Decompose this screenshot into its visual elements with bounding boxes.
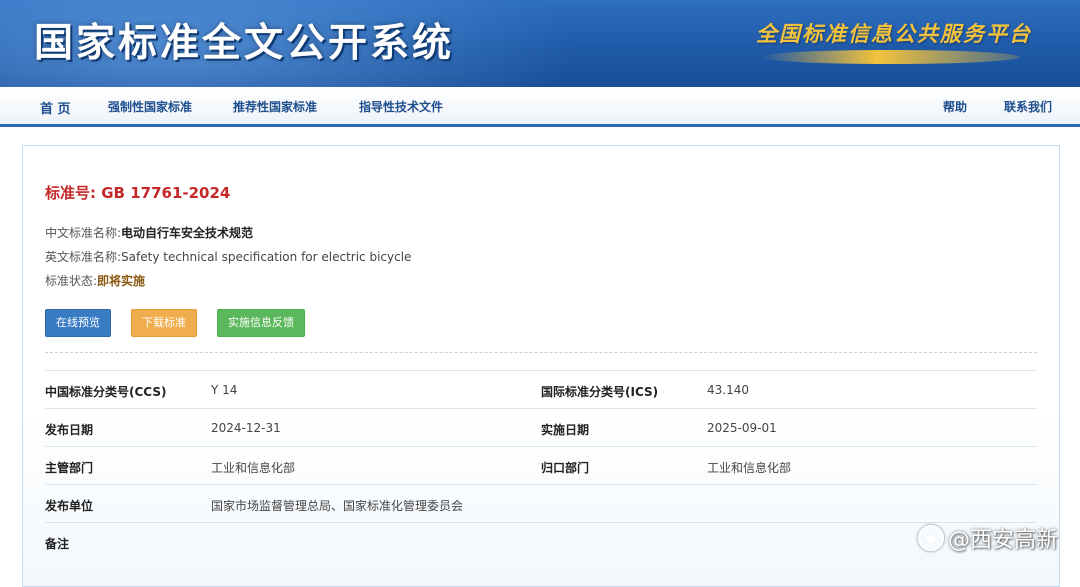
nav-help[interactable]: 帮助 bbox=[943, 98, 967, 115]
source-watermark: @西安高新 bbox=[917, 522, 1058, 554]
standard-number-label: 标准号: bbox=[45, 184, 96, 202]
slogan-swoosh bbox=[760, 50, 1020, 64]
nav-home[interactable]: 首 页 bbox=[40, 98, 71, 117]
implement-date-label: 实施日期 bbox=[541, 423, 590, 437]
standard-metadata-table: 中国标准分类号(CCS) Y 14 国际标准分类号(ICS) 43.140 发布… bbox=[45, 370, 1037, 560]
centralized-dept-label: 归口部门 bbox=[541, 461, 590, 475]
status-row: 标准状态:即将实施 bbox=[45, 272, 145, 289]
en-name-label: 英文标准名称: bbox=[45, 250, 122, 264]
nav-contact-us[interactable]: 联系我们 bbox=[1004, 98, 1052, 115]
ics-value: 43.140 bbox=[707, 383, 749, 397]
standard-number: GB 17761-2024 bbox=[101, 184, 231, 202]
standard-number-heading: 标准号: GB 17761-2024 bbox=[45, 182, 230, 203]
nav-guidance-documents[interactable]: 指导性技术文件 bbox=[359, 98, 443, 115]
table-row: 主管部门 工业和信息化部 归口部门 工业和信息化部 bbox=[45, 446, 1037, 484]
watermark-text: @西安高新 bbox=[947, 528, 1058, 553]
main-nav: 首 页 强制性国家标准 推荐性国家标准 指导性技术文件 帮助 联系我们 bbox=[0, 87, 1080, 127]
standard-detail-panel: 标准号: GB 17761-2024 中文标准名称:电动自行车安全技术规范 英文… bbox=[22, 145, 1060, 587]
online-preview-button[interactable]: 在线预览 bbox=[45, 309, 111, 337]
publish-date-label: 发布日期 bbox=[45, 423, 94, 437]
cn-name-value: 电动自行车安全技术规范 bbox=[121, 226, 254, 240]
download-standard-button[interactable]: 下载标准 bbox=[131, 309, 197, 337]
publish-date-value: 2024-12-31 bbox=[211, 421, 281, 435]
centralized-dept-value: 工业和信息化部 bbox=[707, 461, 792, 475]
en-name-value: Safety technical specification for elect… bbox=[121, 250, 412, 264]
ics-label: 国际标准分类号(ICS) bbox=[541, 385, 659, 399]
authority-value: 工业和信息化部 bbox=[211, 461, 296, 475]
ccs-label: 中国标准分类号(CCS) bbox=[45, 385, 167, 399]
table-row: 发布单位 国家市场监督管理总局、国家标准化管理委员会 bbox=[45, 484, 1037, 522]
table-row: 备注 bbox=[45, 522, 1037, 560]
en-name-row: 英文标准名称:Safety technical specification fo… bbox=[45, 248, 411, 265]
paw-logo-icon bbox=[917, 525, 944, 551]
cn-name-label: 中文标准名称: bbox=[45, 226, 122, 240]
site-banner: 国家标准全文公开系统 全国标准信息公共服务平台 bbox=[0, 0, 1080, 87]
authority-label: 主管部门 bbox=[45, 461, 94, 475]
remarks-label: 备注 bbox=[45, 537, 70, 551]
cn-name-row: 中文标准名称:电动自行车安全技术规范 bbox=[45, 224, 253, 241]
site-title: 国家标准全文公开系统 bbox=[34, 21, 455, 66]
ccs-value: Y 14 bbox=[211, 383, 238, 397]
implement-date-value: 2025-09-01 bbox=[707, 421, 777, 435]
nav-recommended-standards[interactable]: 推荐性国家标准 bbox=[233, 98, 317, 115]
publisher-label: 发布单位 bbox=[45, 499, 94, 513]
status-value: 即将实施 bbox=[97, 274, 146, 288]
platform-slogan: 全国标准信息公共服务平台 bbox=[756, 21, 1032, 46]
table-row: 中国标准分类号(CCS) Y 14 国际标准分类号(ICS) 43.140 bbox=[45, 370, 1037, 408]
nav-mandatory-standards[interactable]: 强制性国家标准 bbox=[108, 98, 192, 115]
implementation-feedback-button[interactable]: 实施信息反馈 bbox=[217, 309, 305, 337]
status-label: 标准状态: bbox=[45, 274, 98, 288]
table-row: 发布日期 2024-12-31 实施日期 2025-09-01 bbox=[45, 408, 1037, 446]
section-divider bbox=[45, 352, 1037, 353]
publisher-value: 国家市场监督管理总局、国家标准化管理委员会 bbox=[211, 499, 464, 513]
